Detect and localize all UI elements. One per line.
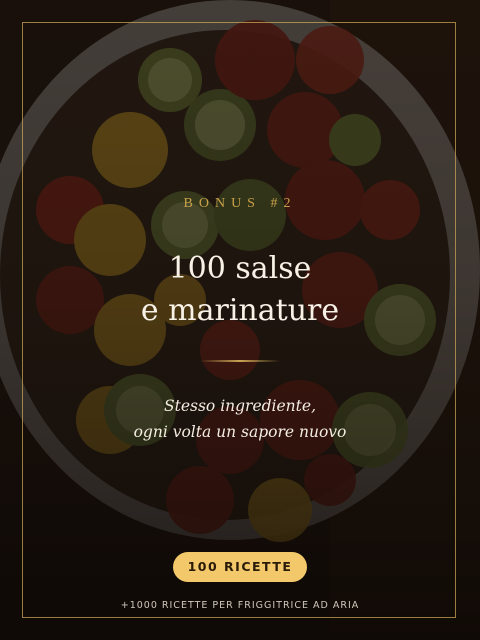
gold-divider	[200, 360, 280, 362]
cover-title-line-2: e marinature	[140, 293, 340, 328]
cover-subtitle: Stesso ingrediente, ogni volta un sapore…	[0, 393, 480, 445]
bonus-cover: BONUS #2 100 salse e marinature Stesso i…	[0, 0, 480, 640]
footer-tagline: +1000 RICETTE PER FRIGGITRICE AD ARIA	[120, 600, 360, 611]
bonus-label: BONUS #2	[183, 196, 297, 211]
cover-title: 100 salse e marinature	[0, 248, 480, 332]
cover-subtitle-line-1: Stesso ingrediente,	[164, 397, 316, 415]
recipe-count-badge: 100 RICETTE	[173, 552, 307, 582]
cover-title-line-1: 100 salse	[168, 251, 312, 286]
cover-subtitle-line-2: ogni volta un sapore nuovo	[133, 423, 347, 441]
